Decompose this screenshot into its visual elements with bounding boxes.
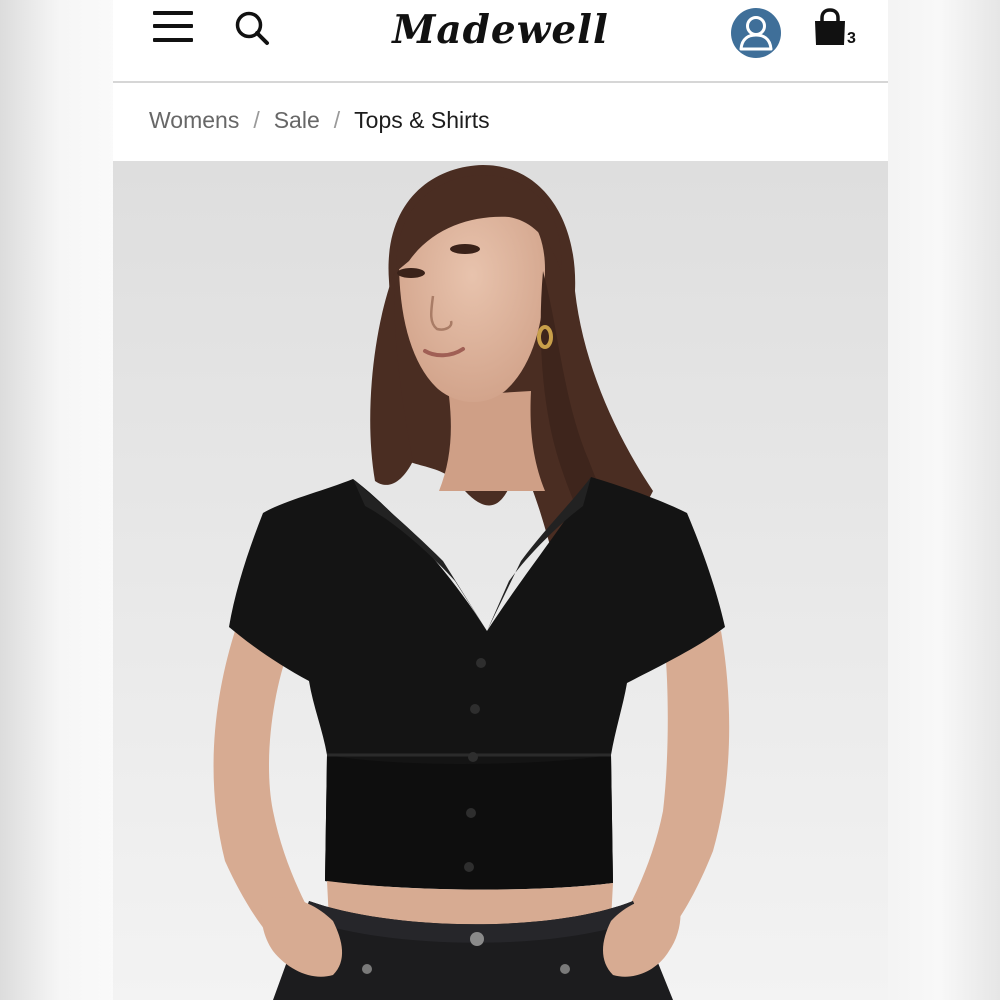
- site-header: Madewell 3: [113, 0, 888, 83]
- cart-count-badge: 3: [847, 30, 856, 47]
- breadcrumb-womens[interactable]: Womens: [149, 107, 239, 134]
- screen: Madewell 3 Womens / Sale / Tops & Shirts: [0, 0, 1000, 1000]
- search-icon[interactable]: [233, 9, 271, 47]
- brand-logo[interactable]: Madewell: [383, 4, 618, 56]
- product-image[interactable]: [113, 161, 888, 1000]
- mobile-page: Madewell 3 Womens / Sale / Tops & Shirts: [113, 0, 888, 1000]
- breadcrumb-sale[interactable]: Sale: [274, 107, 320, 134]
- breadcrumb-separator: /: [333, 106, 341, 133]
- breadcrumb-tops-shirts: Tops & Shirts: [354, 106, 490, 133]
- product-photo-illustration: [113, 161, 888, 1000]
- user-account-icon[interactable]: [731, 8, 781, 58]
- breadcrumb: Womens / Sale / Tops & Shirts: [113, 83, 888, 161]
- shopping-bag-icon[interactable]: 3: [810, 8, 862, 52]
- breadcrumb-separator: /: [253, 106, 260, 133]
- hamburger-menu-icon[interactable]: [153, 9, 193, 45]
